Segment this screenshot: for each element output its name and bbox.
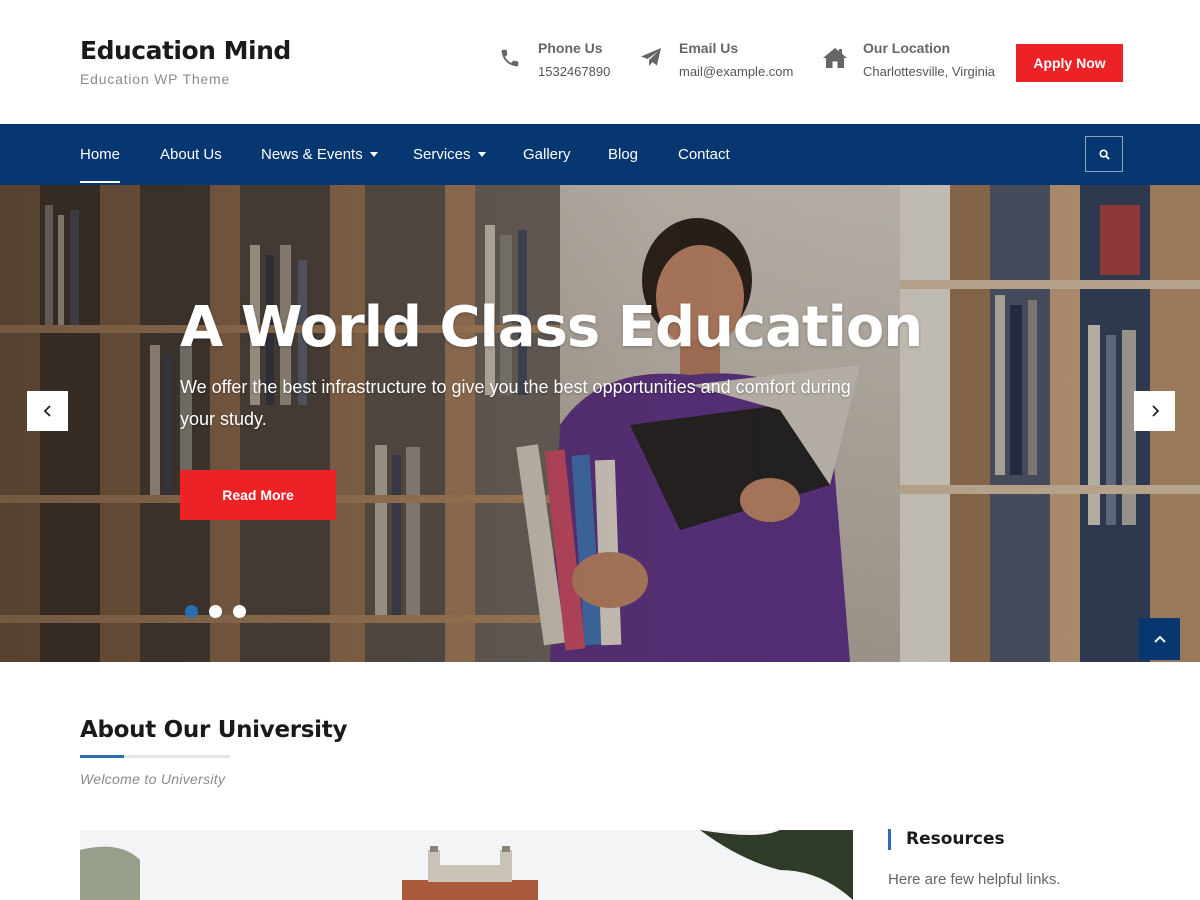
contact-email-value: mail@example.com xyxy=(679,64,794,79)
slider-dot[interactable] xyxy=(185,605,198,618)
slider-prev-button[interactable] xyxy=(27,391,68,431)
contact-location: Our Location Charlottesville, Virginia xyxy=(821,40,995,79)
nav-item-services[interactable]: Services xyxy=(413,124,486,185)
nav-item-label: About Us xyxy=(160,146,222,163)
nav-item-label: Services xyxy=(413,146,471,163)
slider-next-button[interactable] xyxy=(1134,391,1175,431)
contact-email: Email Us mail@example.com xyxy=(637,40,793,79)
hero-title: A World Class Education xyxy=(180,295,923,360)
about-section-subtitle: Welcome to University xyxy=(80,771,226,787)
sidebar-resources-text: Here are few helpful links. xyxy=(888,871,1061,888)
read-more-button[interactable]: Read More xyxy=(180,470,336,520)
nav-item-home[interactable]: Home xyxy=(80,124,121,185)
apply-now-button[interactable]: Apply Now xyxy=(1016,44,1123,82)
contact-email-label: Email Us xyxy=(679,40,739,56)
phone-icon xyxy=(496,44,524,72)
chevron-left-icon xyxy=(43,405,51,417)
nav-item-contact[interactable]: Contact xyxy=(678,124,730,185)
nav-item-about-us[interactable]: About Us xyxy=(160,124,222,185)
caret-down-icon xyxy=(369,151,378,157)
contact-location-value: Charlottesville, Virginia xyxy=(863,64,995,79)
contact-phone-label: Phone Us xyxy=(538,40,603,56)
site-title[interactable]: Education Mind xyxy=(80,36,291,65)
nav-item-blog[interactable]: Blog xyxy=(608,124,638,185)
title-underline xyxy=(80,755,230,758)
nav-item-label: News & Events xyxy=(261,146,363,163)
contact-phone: Phone Us 1532467890 xyxy=(496,40,610,79)
hero-description: We offer the best infrastructure to give… xyxy=(180,377,851,429)
slider-dot[interactable] xyxy=(233,605,246,618)
main-navigation: Home About Us News & Events Services Gal… xyxy=(0,124,1200,185)
paper-plane-icon xyxy=(637,44,665,72)
slider-dot[interactable] xyxy=(209,605,222,618)
nav-item-label: Contact xyxy=(678,146,730,163)
slider-pagination xyxy=(185,605,246,618)
search-button[interactable] xyxy=(1085,136,1123,172)
nav-item-label: Blog xyxy=(608,146,639,163)
sidebar-resources-title: Resources xyxy=(888,829,1005,850)
nav-item-label: Home xyxy=(80,146,121,163)
university-image xyxy=(80,830,853,900)
chevron-up-icon xyxy=(1153,635,1166,643)
site-header: Education Mind Education WP Theme Phone … xyxy=(0,0,1200,124)
home-icon xyxy=(821,44,849,72)
hero-slider: A World Class Education We offer the bes… xyxy=(0,185,1200,662)
scroll-to-top-button[interactable] xyxy=(1139,618,1180,660)
search-icon xyxy=(1098,148,1110,160)
nav-item-gallery[interactable]: Gallery xyxy=(523,124,571,185)
about-section-title: About Our University xyxy=(80,717,348,743)
caret-down-icon xyxy=(477,151,486,157)
contact-location-label: Our Location xyxy=(863,40,951,56)
contact-phone-value: 1532467890 xyxy=(538,64,611,79)
chevron-right-icon xyxy=(1151,405,1159,417)
nav-item-label: Gallery xyxy=(523,146,571,163)
nav-item-news-events[interactable]: News & Events xyxy=(261,124,378,185)
brand[interactable]: Education Mind Education WP Theme xyxy=(80,36,291,87)
site-tagline: Education WP Theme xyxy=(80,71,231,87)
